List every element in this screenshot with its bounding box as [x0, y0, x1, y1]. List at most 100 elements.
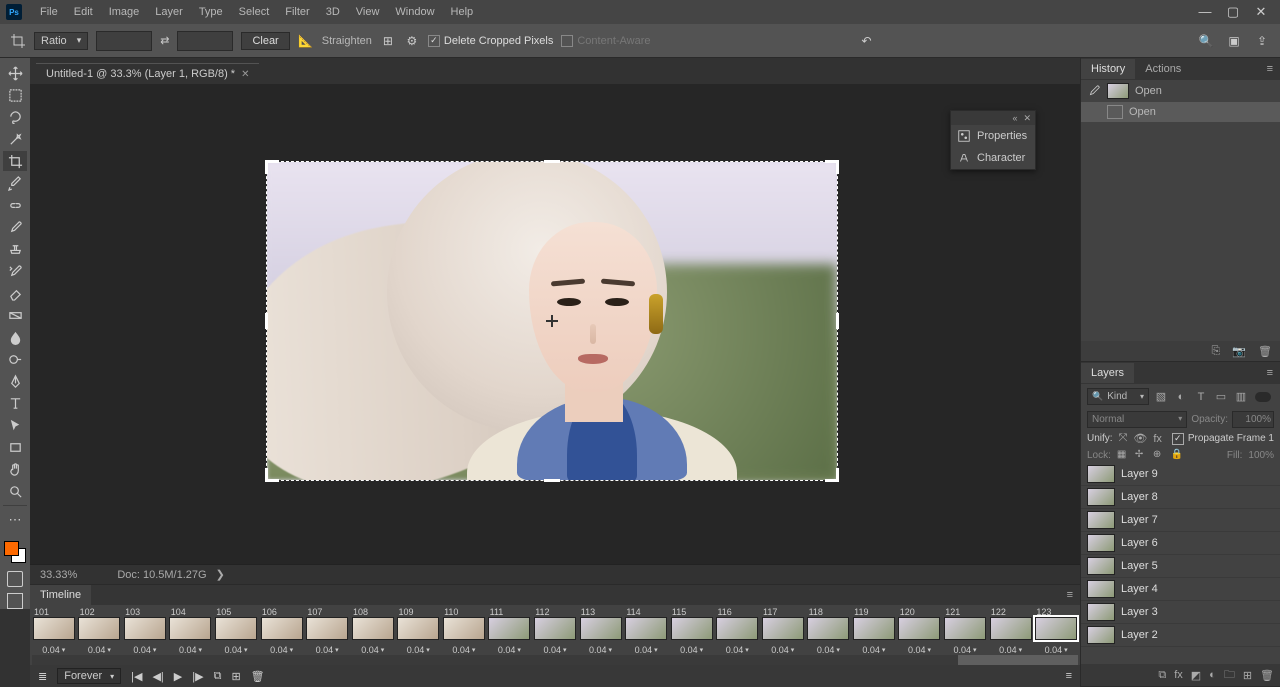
timeline-frame[interactable]: 1230.04: [1034, 607, 1078, 655]
layer-item[interactable]: 👁Layer 2: [1081, 624, 1280, 647]
crop-tool-icon[interactable]: [10, 33, 26, 49]
straighten-icon[interactable]: 📐: [298, 33, 314, 49]
quickmask-icon[interactable]: [7, 571, 23, 587]
menu-file[interactable]: File: [32, 2, 66, 22]
group-icon[interactable]: 🗀: [1224, 666, 1235, 685]
clear-button[interactable]: Clear: [241, 32, 289, 50]
menu-view[interactable]: View: [348, 2, 388, 22]
expand-icon[interactable]: ❯: [213, 569, 225, 581]
swap-icon[interactable]: ⇄: [160, 34, 169, 47]
filter-pixel-icon[interactable]: ▧: [1153, 390, 1169, 404]
timeline-frame[interactable]: 1110.04: [488, 607, 532, 655]
frame-duration[interactable]: 0.04: [589, 645, 612, 655]
filter-kind-select[interactable]: Kind: [1087, 388, 1149, 405]
panel-menu-icon[interactable]: ≡: [1061, 589, 1080, 601]
frame-duration[interactable]: 0.04: [817, 645, 840, 655]
frame-duration[interactable]: 0.04: [225, 645, 248, 655]
delete-cropped-checkbox[interactable]: ✓Delete Cropped Pixels: [428, 35, 553, 47]
layer-item[interactable]: 👁Layer 5: [1081, 555, 1280, 578]
properties-tab[interactable]: Properties: [951, 125, 1035, 147]
timeline-frame[interactable]: 1010.04: [32, 607, 76, 655]
type-tool[interactable]: [3, 393, 27, 413]
history-step[interactable]: Open: [1081, 102, 1280, 122]
hand-tool[interactable]: [3, 459, 27, 479]
foreground-swatch[interactable]: [4, 541, 19, 556]
timeline-frame[interactable]: 1040.04: [169, 607, 213, 655]
lasso-tool[interactable]: [3, 107, 27, 127]
unify-visibility-icon[interactable]: 👁: [1133, 432, 1147, 445]
move-tool[interactable]: [3, 63, 27, 83]
timeline-frame[interactable]: 1100.04: [442, 607, 486, 655]
timeline-frame[interactable]: 1130.04: [579, 607, 623, 655]
timeline-frame[interactable]: 1070.04: [305, 607, 349, 655]
unify-position-icon[interactable]: ⤧: [1119, 432, 1128, 445]
crop-handle-br[interactable]: [825, 468, 839, 482]
first-frame-icon[interactable]: |◀: [131, 670, 142, 683]
frame-duration[interactable]: 0.04: [407, 645, 430, 655]
propagate-checkbox[interactable]: ✓Propagate Frame 1: [1172, 433, 1274, 445]
layer-item[interactable]: 👁Layer 7: [1081, 509, 1280, 532]
share-icon[interactable]: ⇪: [1254, 33, 1270, 49]
timeline-frame[interactable]: 1200.04: [898, 607, 942, 655]
frame-duration[interactable]: 0.04: [42, 645, 65, 655]
crop-handle-bl[interactable]: [265, 468, 279, 482]
frame-duration[interactable]: 0.04: [361, 645, 384, 655]
timeline-frame[interactable]: 1140.04: [624, 607, 668, 655]
layers-tab[interactable]: Layers: [1081, 363, 1134, 383]
filter-toggle[interactable]: [1255, 392, 1271, 402]
menu-3d[interactable]: 3D: [318, 2, 348, 22]
crop-handle-tl[interactable]: [265, 160, 279, 174]
ratio-select[interactable]: Ratio: [34, 32, 88, 50]
filter-shape-icon[interactable]: ▭: [1213, 390, 1229, 404]
blur-tool[interactable]: [3, 327, 27, 347]
canvas-area[interactable]: [30, 84, 1080, 564]
delete-layer-icon[interactable]: 🗑: [1260, 669, 1274, 682]
pen-tool[interactable]: [3, 371, 27, 391]
lock-pixels-icon[interactable]: ▦: [1117, 449, 1129, 461]
layer-fx-icon[interactable]: fx: [1174, 669, 1183, 681]
prev-frame-icon[interactable]: ◀|: [152, 670, 163, 683]
frame-duration[interactable]: 0.04: [908, 645, 931, 655]
path-select-tool[interactable]: [3, 415, 27, 435]
collapse-icon[interactable]: «: [1012, 113, 1017, 123]
crop-settings-icon[interactable]: ⚙: [404, 33, 420, 49]
frame-duration[interactable]: 0.04: [498, 645, 521, 655]
crop-handle-t[interactable]: [544, 160, 560, 163]
minimize-icon[interactable]: —: [1198, 4, 1212, 20]
menu-edit[interactable]: Edit: [66, 2, 101, 22]
adjustment-layer-icon[interactable]: ◐: [1209, 669, 1216, 681]
history-brush-tool[interactable]: [3, 261, 27, 281]
panel-close-icon[interactable]: ✕: [1023, 113, 1031, 124]
close-icon[interactable]: ✕: [1254, 4, 1268, 20]
timeline-frame[interactable]: 1160.04: [715, 607, 759, 655]
history-tab[interactable]: History: [1081, 59, 1135, 79]
timeline-frame[interactable]: 1210.04: [943, 607, 987, 655]
eraser-tool[interactable]: [3, 283, 27, 303]
timeline-frame[interactable]: 1150.04: [670, 607, 714, 655]
blend-mode-select[interactable]: Normal: [1087, 411, 1187, 428]
loop-select[interactable]: Forever: [57, 668, 121, 684]
timeline-tab[interactable]: Timeline: [30, 585, 91, 605]
timeline-menu-icon[interactable]: ≡: [1066, 670, 1072, 682]
close-tab-icon[interactable]: ✕: [241, 69, 249, 80]
menu-image[interactable]: Image: [101, 2, 148, 22]
layer-item[interactable]: 👁Layer 4: [1081, 578, 1280, 601]
frame-duration[interactable]: 0.04: [88, 645, 111, 655]
layer-item[interactable]: 👁Layer 8: [1081, 486, 1280, 509]
next-frame-icon[interactable]: |▶: [192, 670, 203, 683]
timeline-frame[interactable]: 1180.04: [807, 607, 851, 655]
frame-duration[interactable]: 0.04: [133, 645, 156, 655]
magic-wand-tool[interactable]: [3, 129, 27, 149]
crop-height-input[interactable]: [177, 31, 233, 51]
layer-item[interactable]: 👁Layer 9: [1081, 463, 1280, 486]
screenmode-icon[interactable]: [7, 593, 23, 609]
zoom-tool[interactable]: [3, 481, 27, 501]
frame-duration[interactable]: 0.04: [1045, 645, 1068, 655]
link-layers-icon[interactable]: ⧉: [1158, 669, 1166, 682]
unify-style-icon[interactable]: fx: [1153, 433, 1162, 445]
timeline-frame[interactable]: 1030.04: [123, 607, 167, 655]
delete-frame-icon[interactable]: 🗑: [251, 670, 265, 683]
dodge-tool[interactable]: [3, 349, 27, 369]
new-frame-icon[interactable]: ⊞: [231, 670, 240, 683]
crop-tool[interactable]: [3, 151, 27, 171]
